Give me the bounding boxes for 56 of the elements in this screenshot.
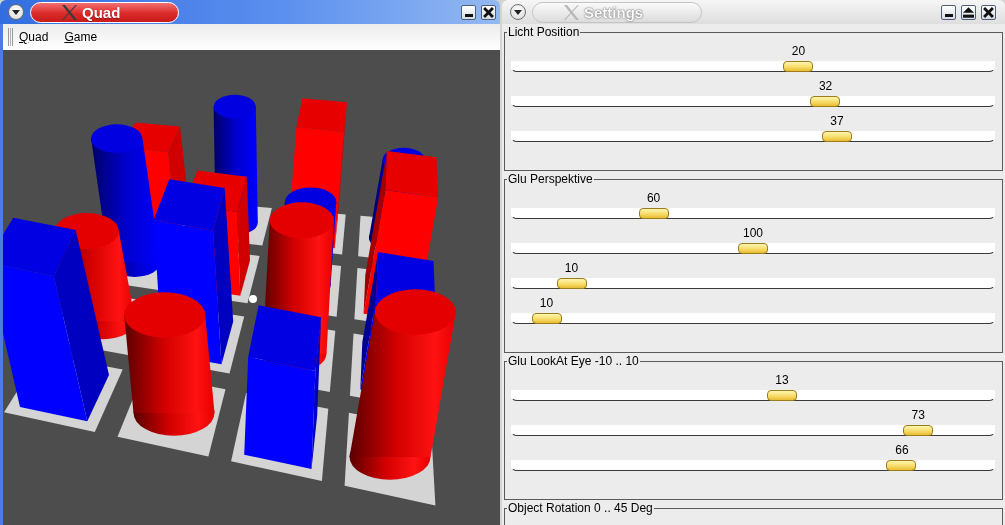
x-logo-icon xyxy=(564,4,579,20)
slider-value: 10 xyxy=(564,261,579,275)
slider-thumb[interactable] xyxy=(532,313,563,324)
shade-button[interactable] xyxy=(961,4,976,20)
x-logo-icon xyxy=(62,4,77,20)
slider-thumb[interactable] xyxy=(821,131,852,142)
group-title: Glu Perspektive xyxy=(507,172,594,186)
slider-track[interactable] xyxy=(511,313,995,324)
minimize-button[interactable] xyxy=(461,4,476,20)
slider-track[interactable] xyxy=(511,61,995,72)
slider-value: 32 xyxy=(818,79,833,93)
slider-value: 13 xyxy=(775,373,789,387)
slider-thumb[interactable] xyxy=(783,61,814,72)
slider-track[interactable] xyxy=(511,243,995,254)
window-menu-button[interactable] xyxy=(510,4,526,20)
window-title: Quad xyxy=(82,3,121,21)
group-title: Licht Position xyxy=(507,25,581,39)
slider-thumb[interactable] xyxy=(557,278,588,289)
slider-thumb[interactable] xyxy=(886,460,917,471)
caret-icon xyxy=(12,9,20,15)
slider-thumb[interactable] xyxy=(810,96,841,107)
slider-thumb[interactable] xyxy=(639,208,669,219)
minimize-icon xyxy=(464,13,473,17)
window-title: Settings xyxy=(584,3,644,21)
slider-value: 10 xyxy=(539,296,554,310)
menu-item[interactable]: Game xyxy=(61,28,101,46)
slider-track[interactable] xyxy=(511,96,995,107)
slider-track[interactable] xyxy=(511,131,995,142)
close-icon xyxy=(483,6,494,18)
grip-icon xyxy=(8,28,13,46)
slider-thumb[interactable] xyxy=(766,390,797,401)
slider-thumb[interactable] xyxy=(902,425,933,436)
close-button[interactable] xyxy=(981,4,996,20)
minimize-button[interactable] xyxy=(941,4,956,20)
slider-value: 73 xyxy=(911,408,925,422)
slider-track[interactable] xyxy=(511,390,995,401)
group-title: Object Rotation 0 .. 45 Deg xyxy=(507,501,654,515)
window-menu-button[interactable] xyxy=(8,4,24,20)
slider-value: 37 xyxy=(830,114,844,128)
minimize-icon xyxy=(944,13,953,17)
slider-value: 60 xyxy=(646,191,661,205)
group-title: Glu LookAt Eye -10 .. 10 xyxy=(507,354,640,368)
menu-item[interactable]: Quad xyxy=(16,28,52,46)
slider-track[interactable] xyxy=(511,278,995,289)
slider-value: 66 xyxy=(895,443,909,457)
slider-track[interactable] xyxy=(511,208,995,219)
slider-value: 20 xyxy=(791,44,806,58)
slider-value: 100 xyxy=(743,226,763,240)
close-icon xyxy=(983,6,994,18)
dot-icon xyxy=(249,295,257,303)
caret-icon xyxy=(514,9,522,15)
eject-icon xyxy=(963,6,974,18)
slider-thumb[interactable] xyxy=(738,243,768,254)
slider-track[interactable] xyxy=(511,425,995,436)
close-button[interactable] xyxy=(481,4,496,20)
slider-track[interactable] xyxy=(511,460,995,471)
